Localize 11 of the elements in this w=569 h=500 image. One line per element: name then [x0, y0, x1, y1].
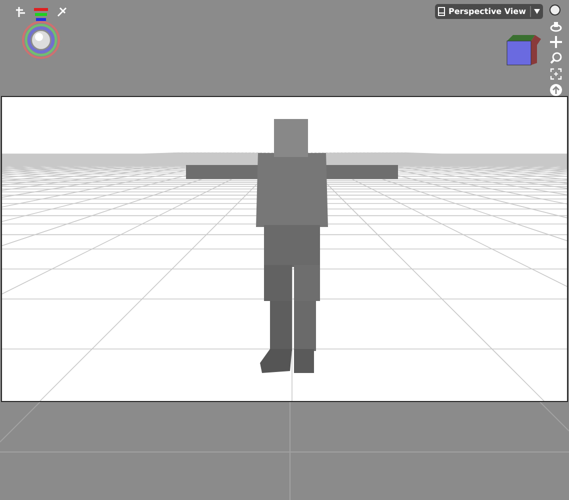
up-arrow-icon[interactable] [550, 84, 562, 96]
frame-icon[interactable] [550, 68, 562, 80]
view-cube-drawing[interactable] [505, 33, 543, 67]
caret-icon [534, 9, 540, 14]
camera-icon [438, 7, 444, 16]
zoom-icon[interactable] [550, 52, 562, 64]
sphere-icon[interactable] [549, 4, 563, 18]
move-icon[interactable] [550, 36, 562, 48]
view-menu-button[interactable]: Perspective View [434, 4, 543, 19]
navigation-gizmo-drawing[interactable] [16, 4, 68, 60]
orbit-icon[interactable] [550, 22, 562, 32]
